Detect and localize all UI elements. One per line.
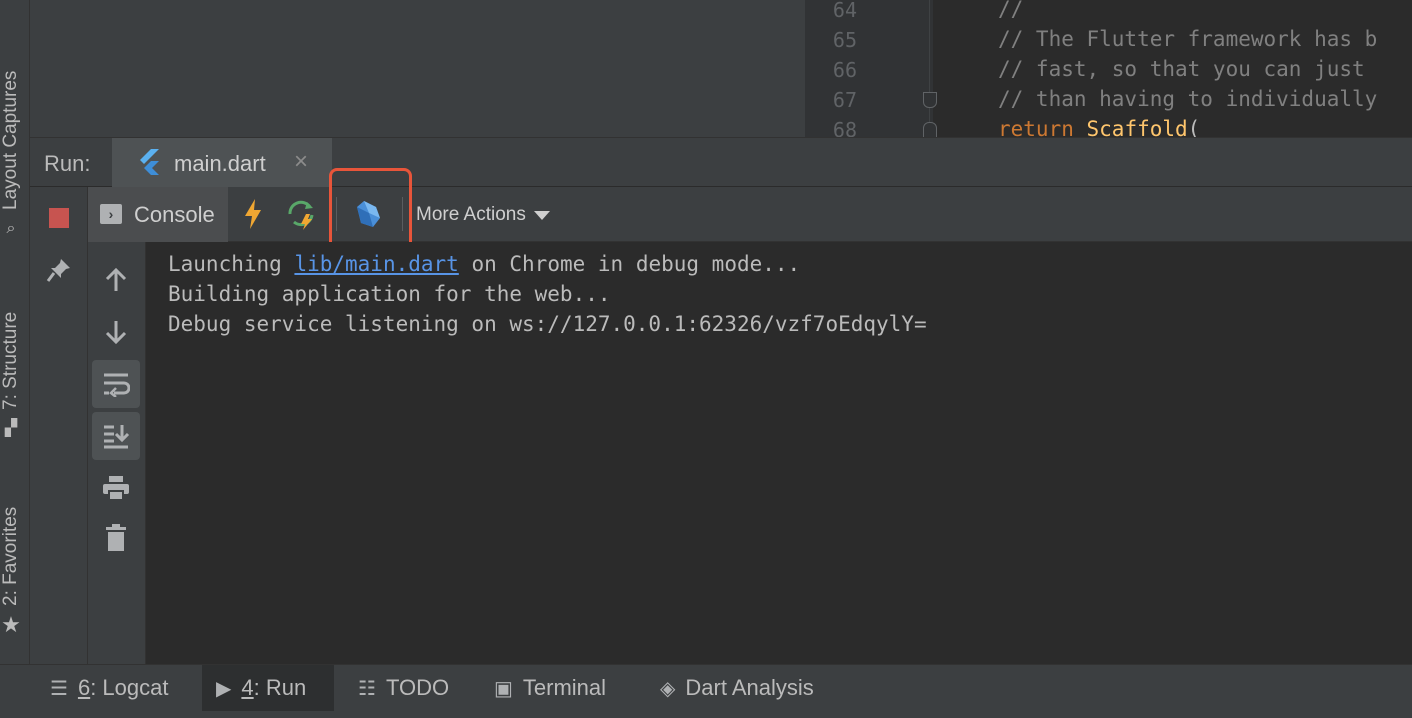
line-number: 68 <box>832 118 857 137</box>
console-text: on Chrome in debug mode... <box>458 252 801 276</box>
run-tab-main-dart[interactable]: main.dart × <box>112 138 332 188</box>
tab-todo[interactable]: ☷ TODO <box>344 665 463 711</box>
code-line: return Scaffold( <box>998 117 1200 137</box>
left-tool-strip: Layout Captures ⌕ 7: Structure ▞ 2: Favo… <box>0 0 30 664</box>
tab-run-number: 4 <box>241 675 254 700</box>
fold-marker-icon[interactable] <box>923 122 937 137</box>
more-actions-label: More Actions <box>416 204 526 225</box>
tab-terminal[interactable]: ▣ Terminal <box>480 665 620 711</box>
hot-restart-button[interactable] <box>286 197 320 231</box>
stop-button[interactable] <box>48 207 70 229</box>
code-rest: ( <box>1187 117 1201 137</box>
tab-run[interactable]: ▶ 4: Run <box>202 665 334 711</box>
console-line: Building application for the web... <box>168 282 611 306</box>
console-line: Launching lib/main.dart on Chrome in deb… <box>168 252 800 276</box>
clear-button[interactable] <box>92 514 140 562</box>
layout-captures-label: Layout Captures <box>0 70 21 210</box>
code-line: // The Flutter framework has b <box>998 27 1378 51</box>
bottom-tool-bar: ☰ 6: Logcat ▶ 4: Run ☷ TODO ▣ Terminal ◈… <box>0 664 1412 718</box>
scroll-to-end-button[interactable] <box>92 412 140 460</box>
dart-analysis-icon: ◈ <box>660 677 676 700</box>
structure-label: 7: Structure <box>0 311 21 410</box>
console-tab[interactable]: › Console <box>88 187 228 242</box>
stop-icon <box>49 208 69 228</box>
run-side-toolbar <box>30 187 88 664</box>
terminal-icon: ▣ <box>494 677 513 700</box>
tab-dart-analysis-label: Dart Analysis <box>685 675 814 700</box>
layout-captures-tab[interactable]: Layout Captures ⌕ <box>0 40 30 240</box>
hot-reload-button[interactable] <box>238 197 268 231</box>
scroll-down-button[interactable] <box>92 308 140 356</box>
logcat-icon: ☰ <box>50 677 68 700</box>
indent-guide <box>929 0 930 137</box>
tab-terminal-label: Terminal <box>522 675 607 700</box>
print-button[interactable] <box>92 464 140 512</box>
run-tool-window-header: Run: main.dart × <box>30 137 1412 188</box>
line-number: 66 <box>832 58 857 82</box>
code-editor[interactable]: 64 65 66 67 68 // // The Flutter framewo… <box>805 0 1412 137</box>
tab-todo-label: TODO <box>385 675 450 700</box>
arrow-down-icon <box>105 321 127 345</box>
keyword-return: return <box>998 117 1074 137</box>
soft-wrap-button[interactable] <box>92 360 140 408</box>
hot-restart-icon <box>288 200 314 230</box>
run-label: Run: <box>44 151 91 176</box>
trash-icon <box>106 524 126 551</box>
tab-logcat-number: 6 <box>77 675 91 700</box>
tab-dart-analysis[interactable]: ◈ Dart Analysis <box>646 665 828 711</box>
favorites-label: 2: Favorites <box>0 506 21 606</box>
tab-logcat-text: : Logcat <box>90 675 169 700</box>
layout-captures-icon: ⌕ <box>6 220 16 237</box>
run-tab-label: main.dart <box>174 151 266 176</box>
chevron-down-icon <box>533 210 550 220</box>
todo-icon: ☷ <box>358 677 376 700</box>
pin-icon <box>46 259 70 282</box>
more-actions-dropdown[interactable]: More Actions <box>416 204 550 226</box>
code-line: // fast, so that you can just <box>998 57 1365 81</box>
code-line: // <box>998 0 1024 21</box>
console-line: Debug service listening on ws://127.0.0.… <box>168 312 927 336</box>
print-icon <box>103 476 129 501</box>
hot-reload-icon <box>245 199 261 229</box>
scroll-up-button[interactable] <box>92 256 140 304</box>
line-number: 64 <box>832 0 857 22</box>
code-line: // than having to individually <box>998 87 1378 111</box>
pin-button[interactable] <box>42 253 76 287</box>
scroll-to-end-icon <box>104 425 130 449</box>
line-number: 65 <box>832 28 857 52</box>
tab-run-label: 4: Run <box>241 675 306 701</box>
soft-wrap-icon <box>104 373 130 397</box>
run-icon: ▶ <box>216 677 232 700</box>
console-tab-label: Console <box>134 202 215 227</box>
fold-marker-icon[interactable] <box>923 92 937 108</box>
console-output[interactable]: Launching lib/main.dart on Chrome in deb… <box>146 242 1412 664</box>
tab-logcat[interactable]: ☰ 6: Logcat <box>36 665 182 711</box>
class-name: Scaffold <box>1086 117 1188 137</box>
tab-run-text: : Run <box>253 675 307 700</box>
favorites-tab[interactable]: 2: Favorites ★ <box>0 486 30 646</box>
console-toolbar: › Console More Actions <box>88 187 1412 242</box>
arrow-up-icon <box>105 267 127 291</box>
star-icon: ★ <box>1 612 21 637</box>
close-icon[interactable]: × <box>294 148 308 176</box>
console-side-toolbar <box>88 242 146 664</box>
console-text: Launching <box>168 252 295 276</box>
empty-panel <box>30 0 805 137</box>
flutter-icon <box>138 148 160 183</box>
file-link[interactable]: lib/main.dart <box>294 252 458 276</box>
structure-icon: ▞ <box>4 420 18 437</box>
tab-logcat-label: 6: Logcat <box>78 675 169 701</box>
line-number: 67 <box>832 88 857 112</box>
console-icon: › <box>100 204 122 224</box>
structure-tab[interactable]: 7: Structure ▞ <box>0 290 30 450</box>
